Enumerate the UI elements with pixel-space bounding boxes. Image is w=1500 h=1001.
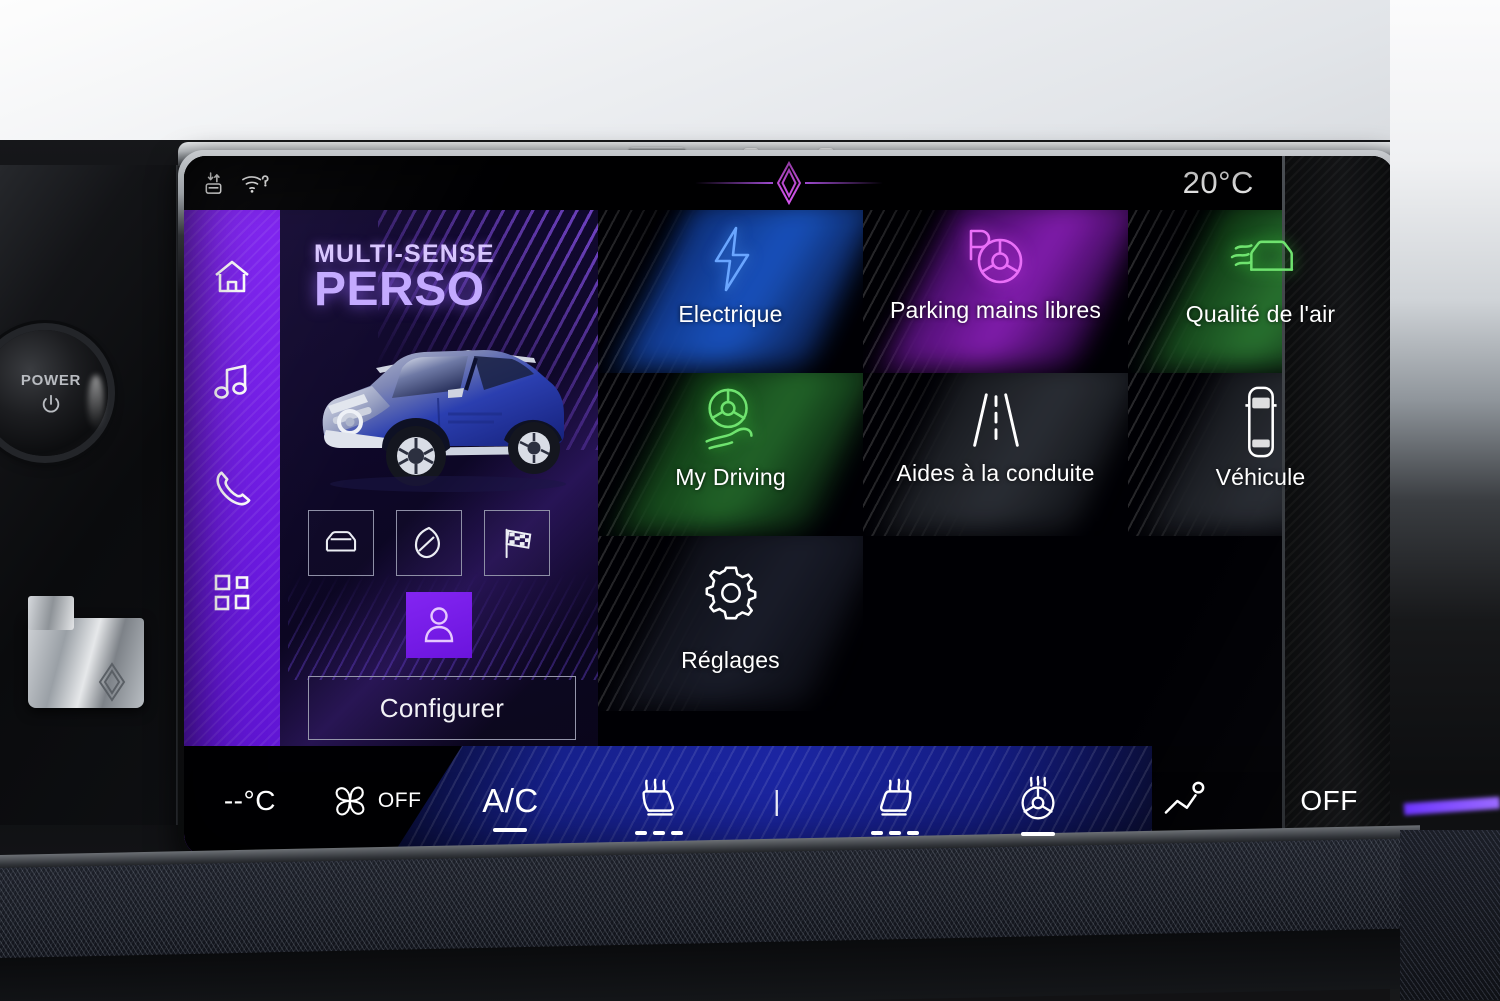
steering-wheel-hand-icon [697,387,765,457]
tile-electrique[interactable]: Electrique [598,210,863,373]
car-comfort-icon [325,531,357,552]
sidebar-item-apps[interactable] [184,539,280,644]
driver-temperature-value: --°C [223,785,276,816]
driver-seat-level [635,831,684,835]
mode-button-perso[interactable] [406,592,472,658]
right-fabric-panel [1400,830,1500,1000]
sidebar-item-media[interactable] [184,329,280,434]
tile-aides-a-la-conduite[interactable]: Aides à la conduite [863,373,1128,536]
driver-seat-heating[interactable] [585,746,733,856]
mode-button-perso-wrapper [406,592,472,658]
tile-label: Electrique [678,301,783,327]
tile-label: My Driving [675,464,786,490]
sidebar-item-home[interactable] [184,224,280,329]
car-air-flow-icon [1218,224,1304,294]
divider-label: | [773,785,781,816]
leaf-icon [414,526,440,559]
climate-right-state[interactable]: OFF [1264,746,1394,856]
knob-highlight [88,375,104,432]
dashboard-photo: POWER ⏻ – / + [0,0,1500,1001]
infotainment-bezel: 20°C 17:57 [178,150,1400,862]
heated-seat-left-icon [633,776,685,826]
lane-markings-icon [964,387,1028,457]
mode-button-eco[interactable] [396,510,462,576]
driver-temperature[interactable]: --°C [184,746,316,856]
renault-logo-header [695,160,883,206]
status-bar: 20°C 17:57 [184,156,1394,210]
ac-label: A/C [482,782,539,819]
chrome-trim-piece [28,596,144,708]
left-gloss-panel [0,165,182,825]
mode-button-comfort[interactable] [308,510,374,576]
multisense-card[interactable]: MULTI-SENSE PERSO Configurer [280,210,598,800]
steering-wheel-heating[interactable] [969,746,1107,856]
passenger-seat-level [870,831,919,835]
status-icons [202,171,271,196]
tile-my-driving[interactable]: My Driving [598,373,863,536]
tile-label: Parking mains libres [889,297,1102,323]
feature-tiles: Electrique Parking mains libres Qualité … [598,210,1394,800]
infotainment-ui: 20°C 17:57 [184,156,1394,856]
renault-diamond-badge [96,662,128,702]
power-icon [40,393,62,415]
tile-parking-mains-libres[interactable]: Parking mains libres [863,210,1128,373]
gear-icon [700,558,762,628]
configure-button[interactable]: Configurer [308,676,576,740]
screen: 20°C 17:57 [184,156,1394,856]
climate-divider: | [733,746,821,856]
tile-label: Véhicule [1215,464,1306,490]
power-knob-label: POWER [20,371,82,389]
fan-state: OFF [377,789,422,812]
ac-toggle[interactable]: A/C [436,746,586,856]
person-icon [424,607,454,643]
windshield-background [0,0,1500,152]
wifi-unknown-icon [241,171,271,195]
heated-seat-right-icon [869,776,921,826]
usb-data-transfer-icon [202,171,225,196]
parking-steering-icon [958,224,1034,294]
tile-reglages[interactable]: Réglages [598,536,863,711]
fan-control[interactable]: OFF [316,746,436,856]
checkered-flag-icon [505,528,532,559]
seat-recline-icon [1160,780,1210,822]
passenger-seat-heating[interactable] [821,746,969,856]
logo-line-left [695,182,773,184]
climate-bar: --°C OFF A/C | OFF [184,746,1394,856]
sidebar-item-phone[interactable] [184,434,280,539]
mode-button-sport[interactable] [484,510,550,576]
apps-grid-icon [214,574,250,610]
tile-label: Réglages [681,647,780,673]
car-top-view-icon [1239,386,1283,458]
fan-icon [330,781,370,821]
right-state-label: OFF [1300,785,1358,816]
home-icon [215,260,249,292]
ac-active-indicator [493,828,528,832]
outside-temperature: 20°C [1182,165,1254,200]
music-note-icon [214,364,247,399]
heated-steering-wheel-icon [1013,775,1063,827]
renault-diamond-logo [776,160,802,206]
phone-handset-icon [216,470,251,505]
logo-line-right [805,182,883,184]
steering-heat-indicator [1020,832,1055,836]
tile-label: Aides à la conduite [896,460,1095,486]
vehicle-illustration [298,306,588,496]
tile-label: Qualité de l'air [1185,301,1336,327]
mode-buttons [308,510,550,576]
seat-position-control[interactable] [1106,746,1264,856]
lightning-bolt-icon [706,224,756,294]
